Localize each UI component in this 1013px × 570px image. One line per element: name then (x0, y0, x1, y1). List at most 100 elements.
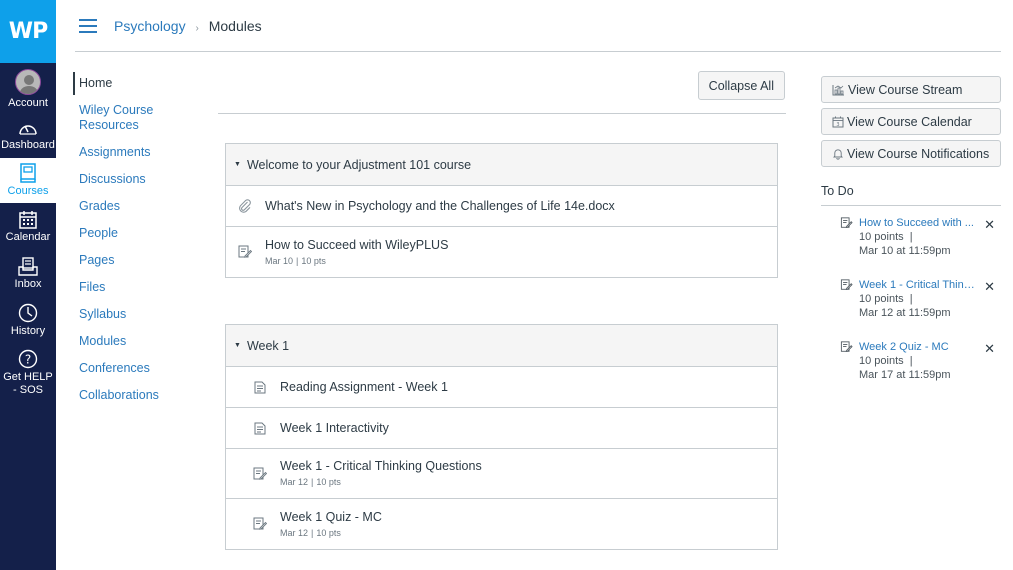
clock-icon (18, 303, 38, 322)
module-title: Week 1 (246, 338, 290, 353)
module-header[interactable]: ▼ Week 1 (226, 325, 777, 367)
todo-item-link[interactable]: Week 1 - Critical Think... (859, 278, 976, 292)
module-header[interactable]: ▼ Welcome to your Adjustment 101 course (226, 144, 777, 186)
course-nav: Home Wiley Course Resources Assignments … (73, 72, 208, 415)
stream-chart-icon (832, 84, 844, 95)
global-nav-account[interactable]: Account (0, 66, 56, 113)
module-item-meta: Mar 12 | 10 pts (280, 476, 482, 488)
course-nav-modules[interactable]: Modules (73, 334, 208, 349)
button-label: View Course Calendar (847, 114, 972, 129)
global-nav-label: Get HELP - SOS (3, 371, 53, 396)
course-nav-conferences[interactable]: Conferences (73, 361, 208, 376)
dashboard-speedometer-icon (19, 125, 37, 135)
assignment-icon (253, 517, 267, 531)
module-item-title[interactable]: Week 1 Interactivity (280, 421, 389, 436)
points: 10 pts (316, 477, 341, 487)
meta-separator: | (909, 355, 913, 367)
assignment-icon (840, 341, 853, 352)
module-item-meta: Mar 10 | 10 pts (265, 255, 448, 267)
module-item-title[interactable]: How to Succeed with WileyPLUS (265, 238, 448, 253)
global-nav-label: Dashboard (1, 139, 55, 151)
paperclip-icon (238, 199, 252, 213)
help-question-icon: ? (18, 349, 38, 369)
todo-item-link[interactable]: Week 2 Quiz - MC (859, 340, 976, 354)
todo-item-link[interactable]: How to Succeed with ... (859, 216, 976, 230)
course-nav-assignments[interactable]: Assignments (73, 145, 208, 160)
calendar-icon: 3 (832, 116, 844, 128)
modules-toolbar: Collapse All (218, 65, 786, 114)
global-nav-dashboard[interactable]: Dashboard (0, 113, 56, 158)
module-item[interactable]: What's New in Psychology and the Challen… (226, 186, 777, 227)
module-item[interactable]: Week 1 Interactivity (226, 408, 777, 449)
view-course-stream-button[interactable]: View Course Stream (821, 76, 1001, 103)
course-nav-syllabus[interactable]: Syllabus (73, 307, 208, 322)
module-item-meta: Mar 12 | 10 pts (280, 527, 382, 539)
course-nav-collaborations[interactable]: Collaborations (73, 388, 208, 403)
global-nav-label: Courses (7, 185, 49, 197)
points: 10 pts (316, 527, 341, 538)
course-nav-wiley-course-resources[interactable]: Wiley Course Resources (73, 103, 168, 133)
account-avatar-icon (15, 69, 41, 95)
assignment-icon (840, 279, 853, 290)
module-item[interactable]: Week 1 - Critical Thinking Questions Mar… (226, 449, 777, 499)
course-nav-discussions[interactable]: Discussions (73, 172, 208, 187)
meta-separator: | (296, 255, 299, 266)
meta-separator: | (311, 477, 314, 487)
module-item-title[interactable]: Week 1 Quiz - MC (280, 510, 382, 525)
global-nav-history[interactable]: History (0, 297, 56, 343)
module-item[interactable]: Week 1 Quiz - MC Mar 12 | 10 pts (226, 499, 777, 549)
wp-logo[interactable]: WP (0, 0, 56, 63)
global-nav-courses[interactable]: Courses (0, 158, 56, 203)
assignment-icon (238, 245, 252, 259)
page-header: Psychology › Modules (75, 0, 1001, 52)
global-nav-label: Account (8, 97, 48, 109)
todo-item-points: 10 points | (859, 292, 1001, 306)
caret-down-icon: ▼ (234, 342, 241, 349)
todo-item: Week 1 - Critical Think... 10 points | M… (821, 278, 1001, 330)
collapse-all-button[interactable]: Collapse All (697, 71, 785, 100)
button-label: View Course Stream (848, 82, 963, 97)
due-date: Mar 12 (280, 527, 309, 538)
view-course-calendar-button[interactable]: 3 View Course Calendar (821, 108, 1001, 135)
breadcrumb-course-link[interactable]: Psychology (114, 18, 186, 34)
todo-item: How to Succeed with ... 10 points | Mar … (821, 216, 1001, 268)
due-date: Mar 12 (280, 477, 309, 487)
dismiss-todo-close-icon[interactable]: ✕ (984, 280, 995, 293)
page-icon (253, 380, 267, 394)
global-nav-calendar[interactable]: Calendar (0, 203, 56, 250)
page-icon (253, 421, 267, 435)
global-nav-inbox[interactable]: Inbox (0, 250, 56, 297)
global-nav: WP Account Dashboard Courses Calendar In… (0, 0, 56, 570)
course-nav-grades[interactable]: Grades (73, 199, 208, 214)
module-week-1: ▼ Week 1 Reading Assignment - Week 1 Wee… (225, 324, 778, 550)
todo-item-due: Mar 12 at 11:59pm (859, 307, 951, 319)
course-nav-files[interactable]: Files (73, 280, 208, 295)
todo-item-points: 10 points | (859, 230, 1001, 244)
view-course-notifications-button[interactable]: View Course Notifications (821, 140, 1001, 167)
meta-separator: | (311, 527, 314, 538)
module-item[interactable]: Reading Assignment - Week 1 (226, 367, 777, 408)
module-item-title[interactable]: What's New in Psychology and the Challen… (265, 199, 615, 214)
module-item-title[interactable]: Reading Assignment - Week 1 (280, 380, 448, 395)
breadcrumb: Psychology › Modules (114, 18, 262, 34)
course-nav-pages[interactable]: Pages (73, 253, 208, 268)
calendar-icon (19, 210, 37, 229)
points: 10 points (859, 231, 904, 243)
course-nav-people[interactable]: People (73, 226, 208, 241)
dismiss-todo-close-icon[interactable]: ✕ (984, 218, 995, 231)
module-item-title[interactable]: Week 1 - Critical Thinking Questions (280, 459, 482, 474)
global-nav-help[interactable]: ? Get HELP - SOS (0, 343, 56, 403)
course-nav-home[interactable]: Home (73, 72, 208, 95)
hamburger-icon[interactable] (79, 18, 97, 33)
todo-item-due: Mar 10 at 11:59pm (859, 245, 951, 257)
module-item[interactable]: How to Succeed with WileyPLUS Mar 10 | 10 … (226, 227, 777, 277)
meta-separator: | (909, 293, 913, 305)
module-title: Welcome to your Adjustment 101 course (246, 157, 472, 172)
assignment-icon (253, 467, 267, 481)
todo-item: Week 2 Quiz - MC 10 points | Mar 17 at 1… (821, 340, 1001, 392)
points: 10 points (859, 293, 904, 305)
dismiss-todo-close-icon[interactable]: ✕ (984, 342, 995, 355)
svg-text:?: ? (25, 353, 31, 367)
breadcrumb-current: Modules (208, 17, 262, 34)
bell-icon (833, 148, 843, 160)
